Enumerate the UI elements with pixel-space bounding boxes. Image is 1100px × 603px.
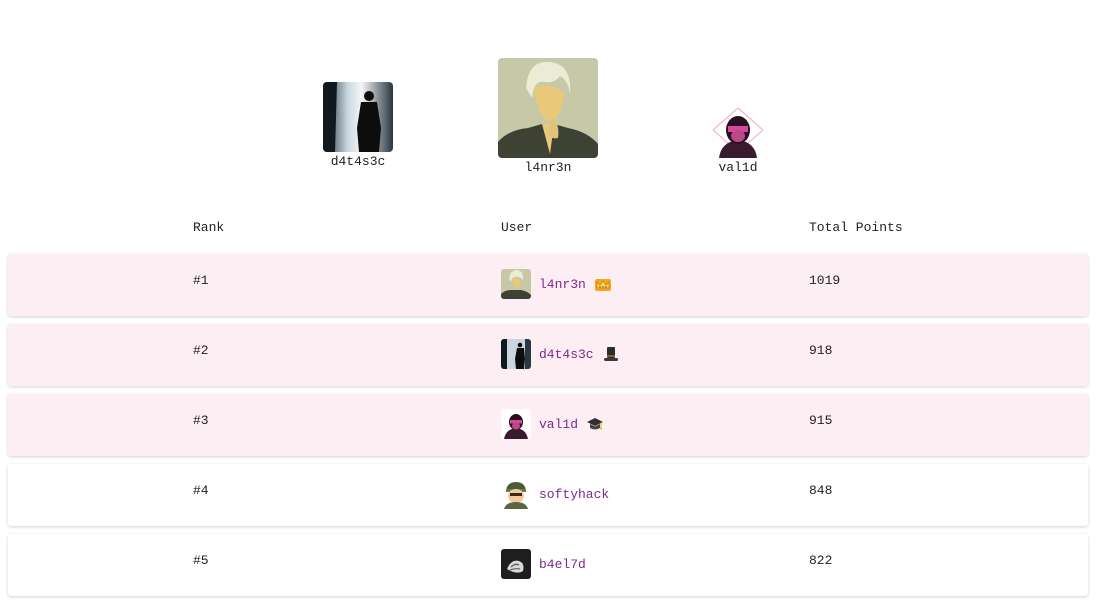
username-link[interactable]: b4el7d <box>539 557 586 572</box>
points-cell: 918 <box>809 343 833 358</box>
podium-third[interactable]: val1d <box>713 108 763 175</box>
points-cell: 822 <box>809 553 833 568</box>
avatar[interactable] <box>501 549 531 579</box>
grad-cap-icon <box>587 418 604 430</box>
header-user[interactable]: User <box>501 220 532 235</box>
rank-cell: #3 <box>193 413 209 428</box>
table-row: #4 softyhack 848 <box>8 464 1088 526</box>
avatar[interactable] <box>323 82 393 152</box>
table-row: #3 val1d 915 <box>8 394 1088 456</box>
podium: d4t4s3c l4nr3n val1d <box>0 0 1100 200</box>
username-link[interactable]: val1d <box>539 417 578 432</box>
table-row: #2 d4t4s3c 918 <box>8 324 1088 386</box>
user-cell: val1d <box>501 409 604 439</box>
avatar[interactable] <box>501 479 531 509</box>
podium-first[interactable]: l4nr3n <box>498 58 598 175</box>
user-cell: softyhack <box>501 479 609 509</box>
rank-cell: #1 <box>193 273 209 288</box>
user-cell: b4el7d <box>501 549 586 579</box>
username-link[interactable]: l4nr3n <box>539 277 586 292</box>
podium-name[interactable]: l4nr3n <box>498 160 598 175</box>
rank-cell: #5 <box>193 553 209 568</box>
crown-icon <box>594 279 611 291</box>
points-cell: 915 <box>809 413 833 428</box>
table-header: Rank User Total Points <box>0 220 1100 240</box>
username-link[interactable]: softyhack <box>539 487 609 502</box>
table-row: #1 l4nr3n 1019 <box>8 254 1088 316</box>
user-cell: d4t4s3c <box>501 339 620 369</box>
podium-name[interactable]: val1d <box>713 160 763 175</box>
top-hat-icon <box>603 347 618 361</box>
username-link[interactable]: d4t4s3c <box>539 347 594 362</box>
rank-cell: #4 <box>193 483 209 498</box>
avatar[interactable] <box>501 269 531 299</box>
rank-cell: #2 <box>193 343 209 358</box>
user-cell: l4nr3n <box>501 269 612 299</box>
points-cell: 1019 <box>809 273 841 288</box>
points-cell: 848 <box>809 483 833 498</box>
header-rank[interactable]: Rank <box>193 220 224 235</box>
avatar[interactable] <box>498 58 598 158</box>
podium-name[interactable]: d4t4s3c <box>323 154 393 169</box>
header-total-points[interactable]: Total Points <box>809 220 903 235</box>
podium-second[interactable]: d4t4s3c <box>323 82 393 169</box>
table-row: #5 b4el7d 822 <box>8 534 1088 596</box>
avatar[interactable] <box>501 409 531 439</box>
avatar[interactable] <box>501 339 531 369</box>
avatar[interactable] <box>713 108 763 158</box>
